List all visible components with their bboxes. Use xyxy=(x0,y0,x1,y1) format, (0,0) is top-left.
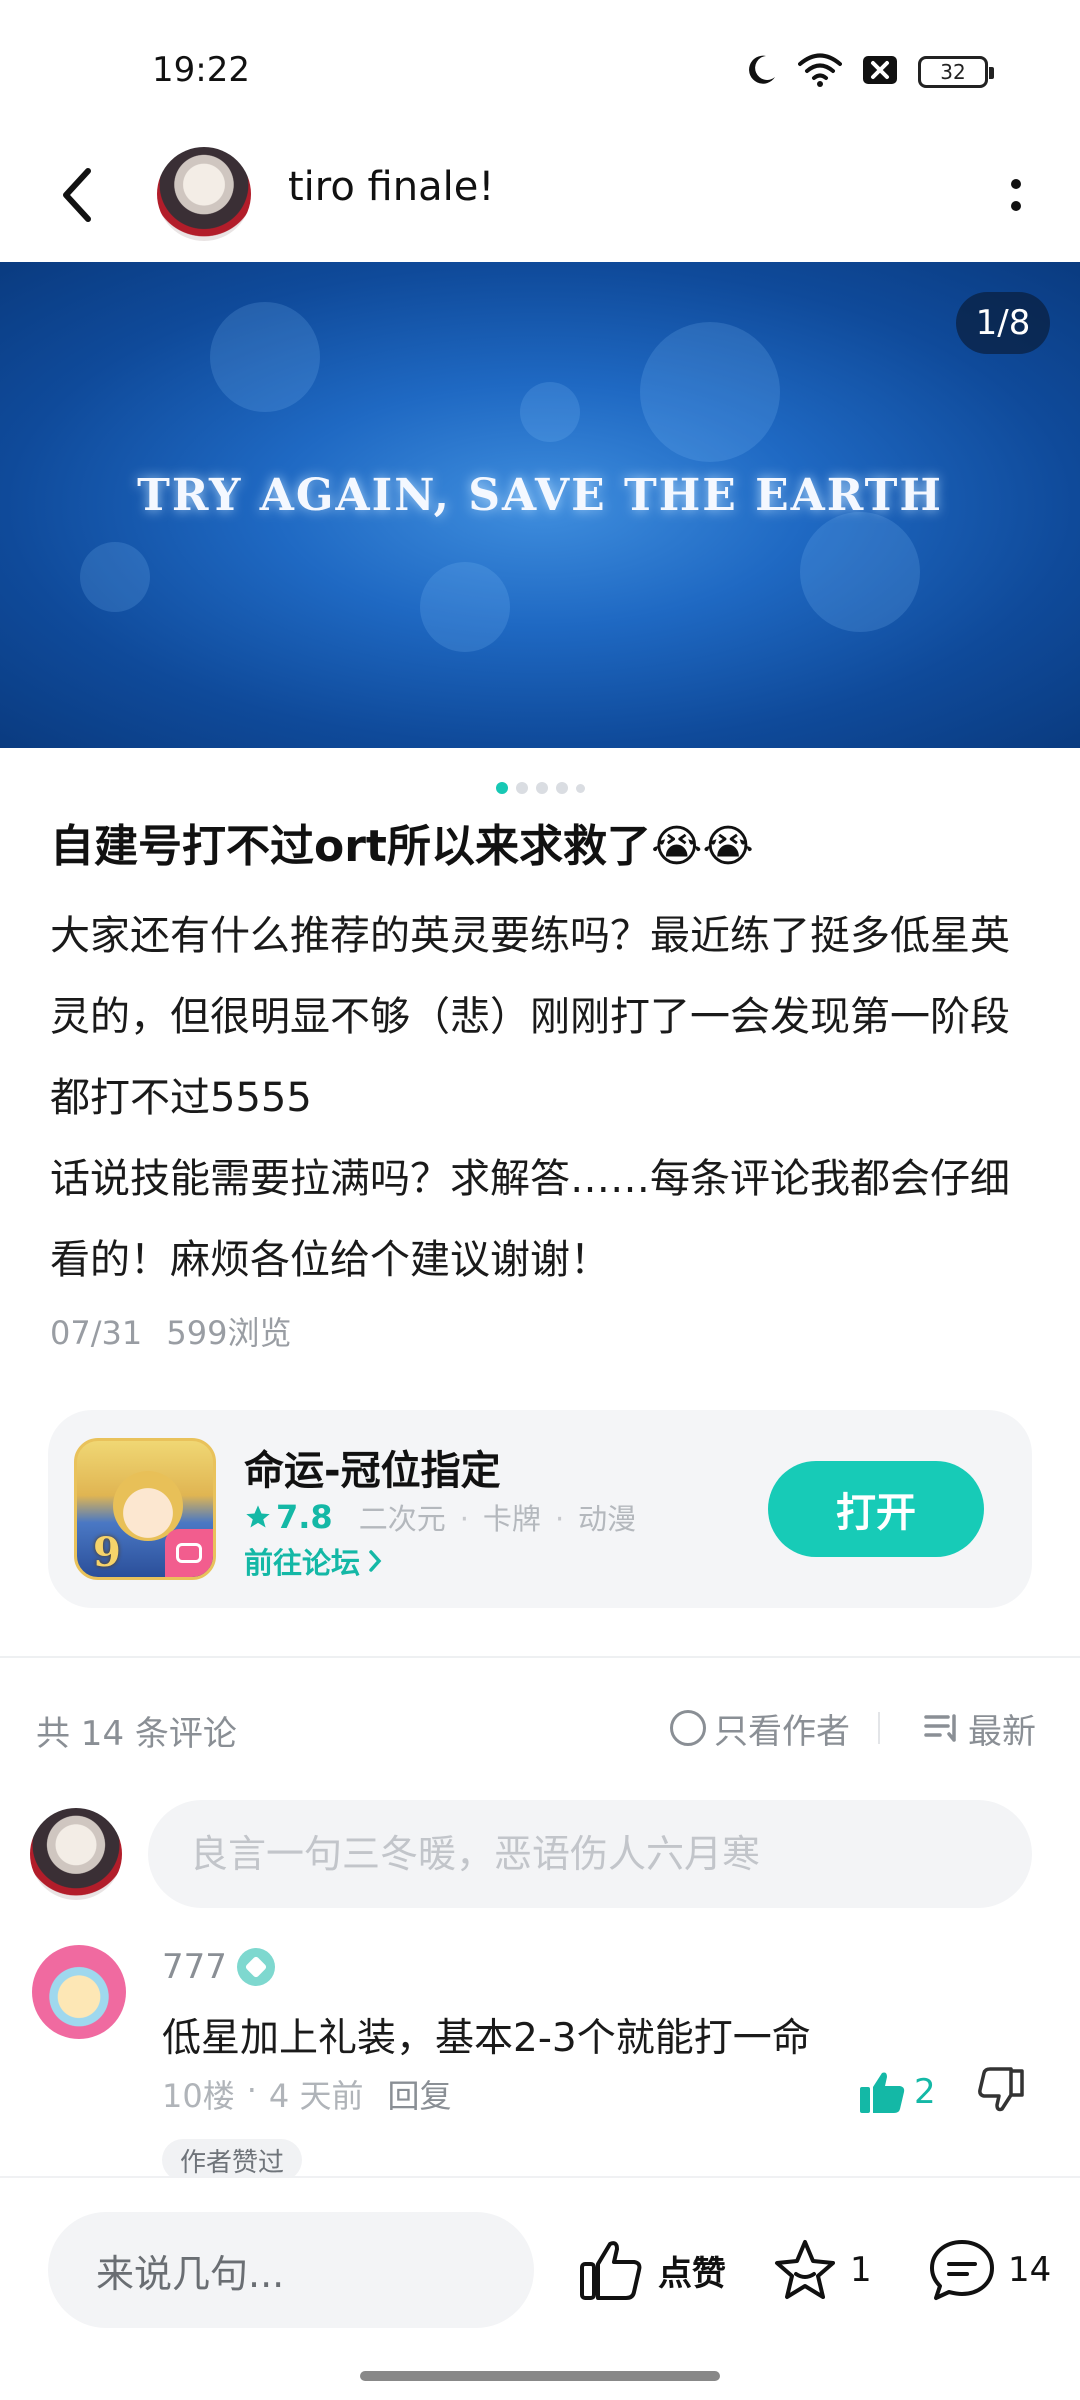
comment-bubble-icon xyxy=(930,2240,994,2300)
comment-text: 低星加上礼装，基本2-3个就能打一命 xyxy=(162,2016,811,2061)
image-page-counter: 1/8 xyxy=(956,292,1050,354)
image-carousel[interactable]: TRY AGAIN, SAVE THE EARTH 1/8 xyxy=(0,262,1080,748)
commenter-name: 777 xyxy=(162,1947,227,1987)
chevron-right-icon xyxy=(369,1550,382,1572)
rating-value: 7.8 xyxy=(276,1498,333,1536)
comment-dislike-button[interactable] xyxy=(978,2067,1026,2117)
moon-icon xyxy=(744,53,778,91)
carousel-dot xyxy=(535,782,548,794)
level-badge-icon xyxy=(236,1948,275,1986)
thumbs-up-outline-icon xyxy=(580,2241,642,2300)
game-tag: 卡牌 xyxy=(446,1496,541,1538)
my-avatar xyxy=(30,1808,122,1900)
author-name[interactable]: tiro finale! xyxy=(288,164,494,210)
status-bar: 19:22 32 xyxy=(0,0,1080,130)
comment-item: 777 低星加上礼装，基本2-3个就能打一命 10楼 · 4 天前 回复 2 作… xyxy=(32,1945,1048,2181)
comments-count: 共 14 条评论 xyxy=(36,1714,237,1754)
comments-header: 共 14 条评论 只看作者 最新 xyxy=(36,1700,1036,1756)
like-label: 点赞 xyxy=(658,2253,726,2294)
wifi-icon xyxy=(798,53,842,91)
comment-like-count: 2 xyxy=(914,2072,936,2112)
game-card[interactable]: 9 命运-冠位指定 7.8 二次元 卡牌 动漫 前往论坛 打开 xyxy=(48,1410,1032,1608)
back-button[interactable] xyxy=(46,152,110,238)
comment-input-row xyxy=(30,1800,1032,1910)
author-avatar[interactable] xyxy=(157,147,251,241)
status-time: 19:22 xyxy=(152,50,250,90)
radio-icon xyxy=(670,1710,706,1746)
comment-input[interactable] xyxy=(148,1800,1032,1908)
comment-button[interactable]: 14 xyxy=(928,2228,1051,2312)
battery-level: 32 xyxy=(940,60,966,84)
post-meta: 07/31 599浏览 xyxy=(50,1308,291,1354)
comment-time: 4 天前 xyxy=(268,2077,364,2115)
game-tag: 动漫 xyxy=(541,1496,636,1538)
bottom-comment-input[interactable]: 来说几句... xyxy=(48,2212,534,2328)
sim-off-icon xyxy=(862,53,898,91)
post-paragraph: 大家还有什么推荐的英灵要练吗？最近练了挺多低星英灵的，但很明显不够（悲）刚刚打了… xyxy=(50,913,1010,1121)
status-icons: 32 xyxy=(744,50,994,94)
post-views: 599浏览 xyxy=(166,1314,292,1352)
post-title: 自建号打不过ort所以来求救了😭😭 xyxy=(50,821,754,872)
tv-badge-icon xyxy=(165,1529,213,1577)
thumbs-up-icon xyxy=(860,2072,905,2113)
commenter-name-row[interactable]: 777 xyxy=(162,1947,275,1987)
comment-floor: 10楼 xyxy=(162,2077,235,2115)
sort-icon xyxy=(924,1714,956,1742)
thumbs-down-icon xyxy=(978,2067,1024,2112)
comment-like-button[interactable]: 2 xyxy=(858,2069,936,2115)
home-indicator[interactable] xyxy=(360,2371,720,2381)
post-body: 大家还有什么推荐的英灵要练吗？最近练了挺多低星英灵的，但很明显不够（悲）刚刚打了… xyxy=(50,896,1030,1301)
bottom-action-bar: 来说几句... 点赞 1 14 xyxy=(0,2176,1080,2400)
banner-caption: TRY AGAIN, SAVE THE EARTH xyxy=(137,470,943,521)
only-author-toggle[interactable]: 只看作者 xyxy=(670,1700,850,1756)
only-author-label: 只看作者 xyxy=(714,1711,850,1752)
commenter-avatar[interactable] xyxy=(32,1945,126,2039)
favorite-count: 1 xyxy=(850,2250,872,2290)
forum-link-label: 前往论坛 xyxy=(244,1546,361,1580)
author-liked-tag: 作者赞过 xyxy=(162,2139,303,2181)
forum-link[interactable]: 前往论坛 xyxy=(244,1540,382,1582)
game-tag: 二次元 xyxy=(358,1502,446,1536)
game-icon[interactable]: 9 xyxy=(74,1438,216,1580)
section-divider xyxy=(0,1656,1080,1658)
post-date: 07/31 xyxy=(50,1314,143,1352)
back-arrow-icon xyxy=(63,168,91,222)
reply-button[interactable]: 回复 xyxy=(387,2071,451,2117)
carousel-dot xyxy=(495,782,508,794)
carousel-dot xyxy=(515,782,528,794)
carousel-dot xyxy=(575,783,585,793)
game-rating: 7.8 xyxy=(244,1498,333,1536)
game-info: 7.8 二次元 卡牌 动漫 xyxy=(244,1496,636,1538)
battery-icon: 32 xyxy=(918,56,994,88)
divider xyxy=(878,1712,880,1744)
carousel-dot xyxy=(555,782,568,794)
sort-label: 最新 xyxy=(968,1711,1036,1752)
top-nav-bar: tiro finale! xyxy=(0,130,1080,260)
sort-button[interactable]: 最新 xyxy=(924,1700,1036,1756)
game-name[interactable]: 命运-冠位指定 xyxy=(244,1438,501,1496)
open-game-button[interactable]: 打开 xyxy=(768,1461,984,1557)
star-outline-icon xyxy=(775,2240,835,2299)
star-icon xyxy=(246,1505,270,1528)
comment-meta: 10楼 · 4 天前 回复 xyxy=(162,2071,451,2117)
favorite-button[interactable]: 1 xyxy=(772,2228,872,2312)
comment-count: 14 xyxy=(1008,2250,1052,2290)
like-button[interactable]: 点赞 xyxy=(578,2228,726,2312)
carousel-indicator xyxy=(0,782,1080,794)
more-vertical-icon[interactable] xyxy=(990,160,1042,230)
meta-separator: · xyxy=(246,2071,257,2109)
post-paragraph: 话说技能需要拉满吗？求解答……每条评论我都会仔细看的！麻烦各位给个建议谢谢！ xyxy=(50,1156,1010,1283)
